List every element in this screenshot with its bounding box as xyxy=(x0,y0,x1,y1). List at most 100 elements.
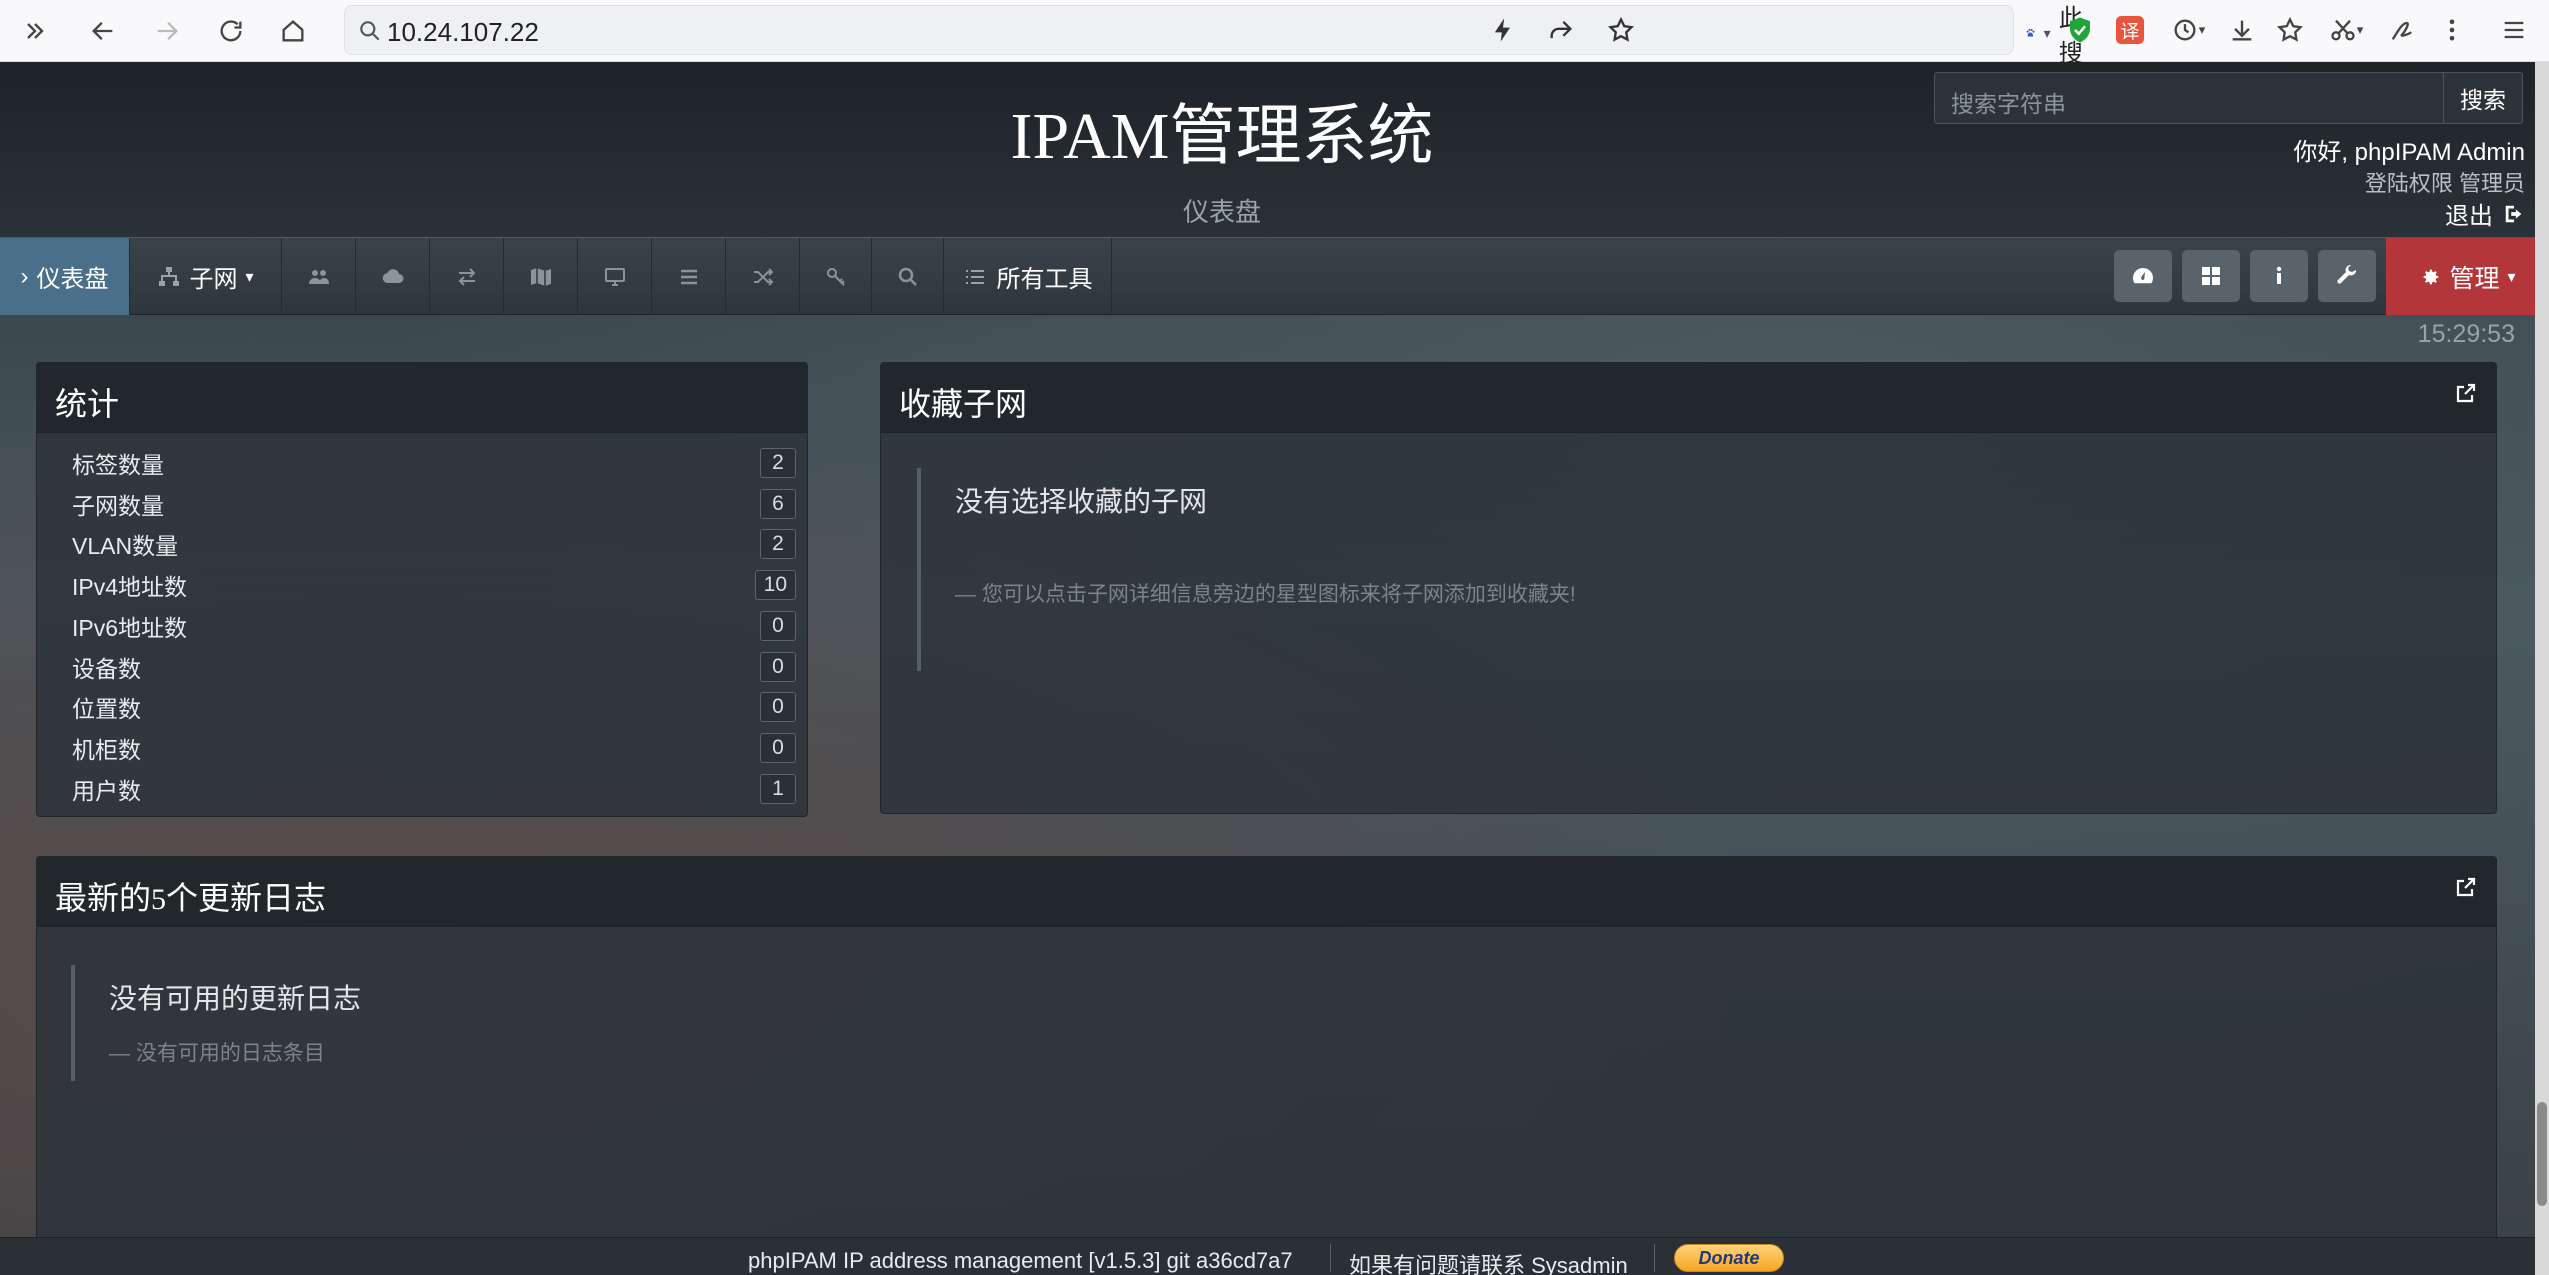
shield-icon[interactable] xyxy=(2060,10,2100,50)
gear-icon xyxy=(2424,269,2439,284)
changelog-empty-hint: — 没有可用的日志条目 xyxy=(109,1042,325,1065)
nav-keys[interactable] xyxy=(800,238,872,315)
sidebar-toggle-icon[interactable] xyxy=(12,8,58,54)
users-icon xyxy=(308,269,329,284)
stat-count-badge: 0 xyxy=(760,733,796,763)
search-button[interactable]: 搜索 xyxy=(2443,72,2523,124)
favorites-empty-title: 没有选择收藏的子网 xyxy=(955,486,1208,517)
cloud-icon xyxy=(382,268,403,283)
scrollbar-track[interactable] xyxy=(2535,62,2549,1275)
favorites-title: 收藏子网 xyxy=(899,386,1028,422)
footer: phpIPAM IP address management [v1.5.3] g… xyxy=(0,1237,2549,1275)
changelog-title-suffix: 个更新日志 xyxy=(166,880,327,916)
admin-menu[interactable]: 管理 ▾ xyxy=(2386,238,2549,315)
sign-icon[interactable] xyxy=(2382,10,2422,50)
donate-button[interactable]: Donate xyxy=(1674,1244,1784,1272)
stat-count-badge: 6 xyxy=(760,489,796,519)
address-bar[interactable]: 10.24.107.22 ▾ 在此搜索 xyxy=(344,5,2083,102)
nav-subnets-label: 子网 xyxy=(189,266,238,293)
nav-map[interactable] xyxy=(504,238,578,315)
nav-groups[interactable] xyxy=(282,238,356,315)
nav-all-tools[interactable]: 所有工具 xyxy=(944,238,1112,315)
nav-dashboard[interactable]: › 仪表盘 xyxy=(0,238,130,315)
nav-tools-label: 所有工具 xyxy=(996,266,1093,293)
logout-link[interactable]: 退出 xyxy=(2445,196,2525,231)
stats-title: 统计 xyxy=(37,363,807,433)
translate-icon[interactable]: 译 xyxy=(2110,10,2150,50)
random-icon xyxy=(753,267,773,286)
user-permissions: 登陆权限 管理员 xyxy=(2364,171,2525,196)
stat-count-badge: 10 xyxy=(754,570,796,600)
nav-subnets[interactable]: 子网 ▾ xyxy=(130,238,282,315)
more-icon[interactable] xyxy=(2432,10,2472,50)
home-icon[interactable] xyxy=(270,8,316,54)
stat-label: VLAN数量 xyxy=(72,533,179,559)
stat-label: 机柜数 xyxy=(72,737,141,763)
nav-list[interactable] xyxy=(652,238,726,315)
chevron-right-icon: › xyxy=(20,262,29,290)
info-icon xyxy=(2276,266,2282,284)
scrollbar-thumb[interactable] xyxy=(2537,1102,2547,1206)
dashboard-button[interactable] xyxy=(2114,250,2172,302)
external-link-icon[interactable] xyxy=(2454,875,2478,899)
sign-out-icon xyxy=(2505,205,2522,222)
baidu-paw-icon xyxy=(2026,28,2035,37)
favorites-header: 收藏子网 xyxy=(881,363,2496,433)
stat-row: IPv4地址数 10 xyxy=(72,569,796,601)
search-input[interactable]: 搜索字符串 xyxy=(1934,72,2444,124)
stat-label: 用户数 xyxy=(72,778,141,804)
changelog-panel: 最新的5个更新日志 没有可用的更新日志 — 没有可用的日志条目 xyxy=(36,856,2497,1246)
lightning-icon[interactable] xyxy=(1483,10,1523,50)
bookmark-star-icon[interactable] xyxy=(1601,10,1641,50)
site-subtitle: 仪表盘 xyxy=(1182,197,1261,227)
th-large-icon xyxy=(2202,267,2220,285)
user-greeting: 你好, phpIPAM Admin xyxy=(2293,139,2525,166)
url-text[interactable]: 10.24.107.22 xyxy=(387,17,539,48)
site-header: IPAM管理系统 仪表盘 搜索字符串 搜索 你好, phpIPAM Admin … xyxy=(0,62,2549,237)
stat-row: IPv6地址数 0 xyxy=(72,610,796,642)
nav-devices[interactable] xyxy=(578,238,652,315)
nav-cloud[interactable] xyxy=(356,238,430,315)
desktop-icon xyxy=(604,267,625,286)
stat-count-badge: 0 xyxy=(760,652,796,682)
tachometer-icon xyxy=(2133,268,2153,284)
nav-exchange[interactable] xyxy=(430,238,504,315)
stat-label: 设备数 xyxy=(72,656,141,682)
search-icon xyxy=(360,21,380,41)
scissors-icon[interactable]: ▾ xyxy=(2320,10,2372,50)
footer-contact[interactable]: 如果有问题请联系 Sysadmin xyxy=(1349,1248,1628,1275)
favorites-panel: 收藏子网 没有选择收藏的子网 — 您可以点击子网详细信息旁边的星型图标来将子网添… xyxy=(880,362,2497,814)
admin-label: 管理 xyxy=(2449,264,2500,293)
menu-icon[interactable] xyxy=(2494,10,2534,50)
stat-row: 子网数量 6 xyxy=(72,488,796,520)
list-icon xyxy=(965,269,984,284)
stat-label: IPv4地址数 xyxy=(72,574,188,600)
widgets-button[interactable] xyxy=(2182,250,2240,302)
stat-label: 子网数量 xyxy=(72,493,164,519)
nav-random[interactable] xyxy=(726,238,800,315)
reload-icon[interactable] xyxy=(208,8,254,54)
nav-search[interactable] xyxy=(872,238,944,315)
stat-row: 位置数 0 xyxy=(72,691,796,723)
info-button[interactable] xyxy=(2250,250,2308,302)
forward-icon[interactable] xyxy=(144,8,190,54)
back-icon[interactable] xyxy=(80,8,126,54)
changelog-empty-title: 没有可用的更新日志 xyxy=(109,983,362,1014)
footer-version[interactable]: phpIPAM IP address management [v1.5.3] g… xyxy=(748,1248,1293,1274)
tools-button[interactable] xyxy=(2318,250,2376,302)
footer-divider xyxy=(1654,1244,1655,1272)
exchange-icon xyxy=(458,267,475,286)
footer-divider xyxy=(1330,1244,1331,1272)
download-icon[interactable] xyxy=(2222,10,2262,50)
share-icon[interactable] xyxy=(1541,10,1581,50)
stat-count-badge: 2 xyxy=(760,529,796,559)
clock: 15:29:53 xyxy=(2417,320,2515,348)
external-link-icon[interactable] xyxy=(2454,381,2478,405)
favorites-icon[interactable] xyxy=(2270,10,2310,50)
changelog-title-count: 5 xyxy=(151,883,167,916)
stat-label: 位置数 xyxy=(72,696,141,722)
stat-count-badge: 2 xyxy=(760,448,796,478)
map-icon xyxy=(530,267,551,286)
stat-label: 标签数量 xyxy=(72,452,164,478)
history-icon[interactable]: ▾ xyxy=(2162,10,2214,50)
